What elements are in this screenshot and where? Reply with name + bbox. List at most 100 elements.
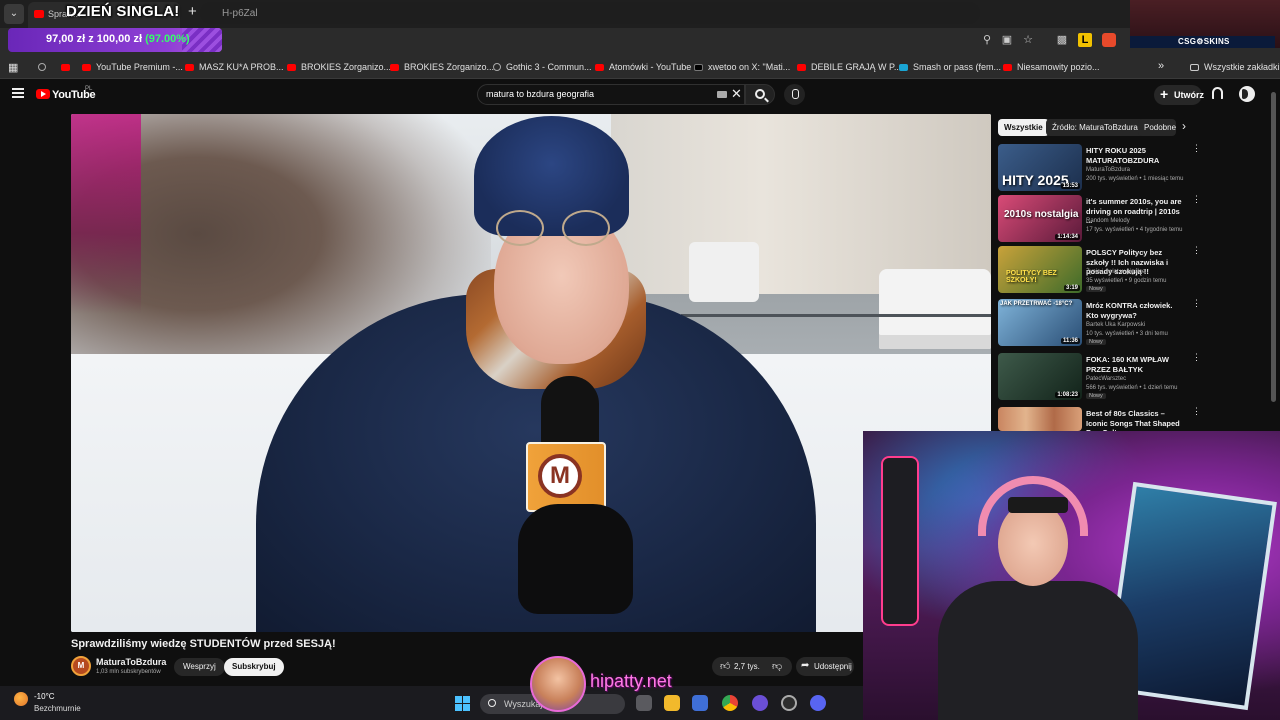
chip-source[interactable]: Źródło: MaturaToBzdura	[1046, 119, 1144, 136]
recommendation-channel[interactable]: Bartek Uka Karpowski	[1086, 322, 1145, 328]
duration-badge: 1:08:23	[1055, 392, 1080, 398]
duration-badge: 3:19	[1063, 285, 1080, 291]
bookmark-4[interactable]: BROKIES Zorganizo...	[390, 62, 494, 72]
dislike-thumb-icon[interactable]: 👎︎	[772, 660, 782, 672]
bookmark-10[interactable]: Niesamowity pozio...	[1003, 62, 1100, 72]
apps-grid-icon[interactable]: ▦	[8, 61, 18, 74]
extension-icon[interactable]: ▩	[1055, 33, 1069, 47]
bookmark-3[interactable]: BROKIES Zorganizo...	[287, 62, 391, 72]
recommendation-channel[interactable]: Życie i świat w pigułce	[1086, 269, 1145, 275]
chip-all[interactable]: Wszystkie	[998, 119, 1049, 136]
recommendation-item[interactable]: 2010s nostalgia 1:14:34 it's summer 2010…	[998, 195, 1201, 245]
task-view-icon[interactable]	[636, 695, 652, 711]
bookmark-6[interactable]: Atomówki - YouTube	[595, 62, 691, 72]
share-button[interactable]: ➦ Udostępnij	[796, 657, 854, 676]
chip-similar[interactable]: Podobne	[1138, 119, 1176, 136]
chips-next-chevron-icon[interactable]: ›	[1182, 119, 1186, 133]
thumbnail[interactable]	[998, 407, 1082, 431]
bookmark-star-icon[interactable]: ☆	[1021, 33, 1035, 47]
youtube-icon	[82, 64, 91, 71]
page-scrollbar[interactable]	[1271, 92, 1276, 402]
bookmark-github-icon[interactable]	[38, 62, 51, 72]
voice-search-button[interactable]	[784, 84, 805, 105]
search-input[interactable]	[486, 89, 706, 99]
channel-name[interactable]: MaturaToBzdura	[96, 657, 166, 667]
obs-icon[interactable]	[752, 695, 768, 711]
subscribe-button[interactable]: Subskrybuj	[224, 658, 284, 676]
like-thumb-icon[interactable]: 👍︎	[720, 660, 730, 672]
new-badge: Nowy	[1086, 286, 1106, 292]
install-app-icon[interactable]: ▣	[1000, 33, 1014, 47]
windows-start-icon[interactable]	[455, 696, 470, 711]
more-options-icon[interactable]: ⋮	[1192, 407, 1201, 416]
bookmark-1[interactable]: YouTube Premium -...	[82, 62, 183, 72]
notifications-bell-icon[interactable]	[1212, 87, 1223, 99]
chrome-icon[interactable]	[722, 695, 738, 711]
streamer-jersey	[938, 581, 1138, 720]
new-tab-plus-icon[interactable]: +	[188, 3, 197, 20]
search-button[interactable]	[745, 84, 775, 105]
clear-search-icon[interactable]: ✕	[731, 86, 742, 102]
steam-icon[interactable]	[781, 695, 797, 711]
recommendation-channel[interactable]: PatecWarsztec	[1086, 376, 1126, 382]
discord-icon[interactable]	[810, 695, 826, 711]
menu-icon[interactable]	[12, 88, 24, 98]
recommendation-title[interactable]: Mróz KONTRA człowiek. Kto wygrywa?	[1086, 301, 1186, 320]
bookmark-9[interactable]: Smash or pass (fem...	[899, 62, 1001, 72]
store-icon[interactable]	[692, 695, 708, 711]
thumbnail[interactable]: POLITYCY BEZ SZKOŁY! 3:19	[998, 246, 1082, 293]
more-options-icon[interactable]: ⋮	[1192, 246, 1201, 255]
weather-description[interactable]: Bezchmurnie	[34, 704, 81, 713]
recommendation-meta: 200 tys. wyświetleń • 1 miesiąc temu	[1086, 176, 1184, 182]
youtube-logo-icon[interactable]	[36, 89, 50, 99]
bookmark-youtube-icon[interactable]	[61, 62, 75, 72]
more-options-icon[interactable]: ⋮	[1192, 195, 1201, 204]
thumbnail[interactable]: HITY 2025 13:53	[998, 144, 1082, 191]
thumbnail[interactable]: JAK PRZETRWAĆ -18°C? 11:36	[998, 299, 1082, 346]
account-avatar[interactable]	[1239, 86, 1255, 102]
bookmarks-overflow-icon[interactable]: »	[1158, 60, 1164, 72]
bookmark-5[interactable]: Gothic 3 - Commun...	[493, 62, 592, 72]
more-options-icon[interactable]: ⋮	[1192, 299, 1201, 308]
recommendation-item[interactable]: POLITYCY BEZ SZKOŁY! 3:19 POLSCY Polityc…	[998, 246, 1201, 296]
globe-icon	[493, 63, 501, 71]
extension-red-icon[interactable]	[1102, 33, 1116, 47]
file-explorer-icon[interactable]	[664, 695, 680, 711]
tab-search-chevron-icon[interactable]: ⌄	[4, 4, 24, 24]
plus-icon: +	[1160, 86, 1169, 102]
thumbnail[interactable]: 1:08:23	[998, 353, 1082, 400]
recommendation-item[interactable]: HITY 2025 13:53 HITY ROKU 2025 MATURATOB…	[998, 144, 1201, 194]
recommendation-item[interactable]: JAK PRZETRWAĆ -18°C? 11:36 Mróz KONTRA c…	[998, 299, 1201, 349]
bookmark-2[interactable]: MASZ KU*A PROB...	[185, 62, 284, 72]
address-bar[interactable]: H-p6Zal	[200, 2, 980, 24]
recommendation-item[interactable]: 1:08:23 FOKA: 160 KM WPŁAW PRZEZ BAŁTYK …	[998, 353, 1201, 403]
weather-temperature[interactable]: -10°C	[34, 692, 55, 701]
recommendation-meta: 10 tys. wyświetleń • 3 dni temu	[1086, 331, 1168, 337]
recommendation-channel[interactable]: Random Melody	[1086, 218, 1130, 224]
bookmark-8[interactable]: DEBILE GRAJĄ W P...	[797, 62, 901, 72]
bookmark-7[interactable]: xwetoo on X: "Mati...	[694, 62, 790, 72]
share-label: Udostępnij	[814, 662, 852, 671]
youtube-icon	[595, 64, 604, 71]
recommendation-channel[interactable]: MaturaToBzdura	[1086, 167, 1130, 173]
search-box[interactable]	[477, 84, 745, 105]
all-bookmarks-folder[interactable]: Wszystkie zakładki	[1190, 62, 1280, 72]
recommendation-title[interactable]: FOKA: 160 KM WPŁAW PRZEZ BAŁTYK	[1086, 355, 1186, 374]
create-label: Utwórz	[1174, 90, 1204, 100]
extension-l-icon[interactable]: L	[1078, 33, 1092, 47]
channel-avatar[interactable]: M	[71, 656, 91, 676]
zoom-icon[interactable]: ⚲	[980, 33, 994, 47]
thumbnail[interactable]: 2010s nostalgia 1:14:34	[998, 195, 1082, 242]
weather-moon-icon[interactable]	[14, 692, 28, 706]
recommendation-title[interactable]: HITY ROKU 2025 MATURATOBZDURA	[1086, 146, 1186, 165]
stream-title-banner: DZIEŃ SINGLA!	[66, 3, 180, 20]
more-options-icon[interactable]: ⋮	[1192, 353, 1201, 362]
more-options-icon[interactable]: ⋮	[1192, 144, 1201, 153]
keyboard-icon[interactable]	[717, 91, 727, 98]
like-count[interactable]: 2,7 tys.	[734, 662, 760, 671]
youtube-icon	[1003, 64, 1012, 71]
support-button[interactable]: Wesprzyj	[174, 658, 225, 676]
create-button[interactable]: + Utwórz	[1154, 85, 1204, 105]
video-player[interactable]: M	[71, 114, 991, 632]
duration-badge: 1:14:34	[1055, 234, 1080, 240]
